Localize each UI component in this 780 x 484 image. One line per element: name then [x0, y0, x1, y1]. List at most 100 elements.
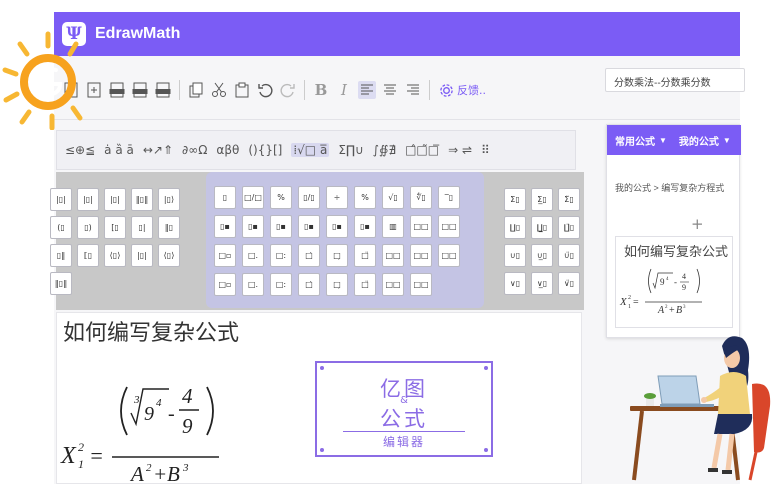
export-svg-icon[interactable]: [131, 81, 149, 99]
undo-icon[interactable]: [256, 81, 274, 99]
template-cell-fraction-28[interactable]: □.: [242, 273, 264, 296]
template-cell-right-3[interactable]: ∐▯: [504, 216, 526, 239]
template-cell-left-0[interactable]: |▯|: [50, 188, 72, 211]
template-cell-fraction-30[interactable]: □̇: [298, 273, 320, 296]
template-cell-fraction-17[interactable]: □□: [438, 215, 460, 238]
template-cell-fraction-4[interactable]: ÷: [326, 186, 348, 209]
template-cell-right-0[interactable]: Σ▯: [504, 188, 526, 211]
template-cell-fraction-26[interactable]: □□: [438, 244, 460, 267]
template-cell-fraction-21[interactable]: □̇: [298, 244, 320, 267]
symbol-group-1[interactable]: ȧ ȁ ā: [104, 143, 134, 157]
template-cell-fraction-2[interactable]: %: [270, 186, 292, 209]
template-cell-fraction-10[interactable]: ▯▪: [242, 215, 264, 238]
formula-thumbnail[interactable]: 如何编写复杂公式 X 2 1 = 9 4 - 4 9 A 2 + B 3: [615, 236, 733, 328]
template-cell-right-10[interactable]: ∨̲▯: [531, 272, 553, 295]
symbol-group-2[interactable]: ↔↗⇑: [143, 143, 173, 157]
template-cell-left-10[interactable]: ▯‖: [50, 244, 72, 267]
template-cell-fraction-12[interactable]: ▯▪: [298, 215, 320, 238]
template-cell-fraction-16[interactable]: □□: [410, 215, 432, 238]
template-cell-fraction-29[interactable]: □:: [270, 273, 292, 296]
symbol-group-9[interactable]: □̂□̃□̅: [405, 143, 439, 157]
template-cell-left-13[interactable]: |▯|: [131, 244, 153, 267]
template-cell-right-4[interactable]: ∐̲▯: [531, 216, 553, 239]
template-cell-left-6[interactable]: ▯): [77, 216, 99, 239]
template-cell-right-11[interactable]: ∨̈▯: [558, 272, 580, 295]
copy-icon[interactable]: [187, 81, 205, 99]
symbol-group-10[interactable]: ⇒ ⇌: [448, 143, 472, 157]
symbol-group-6[interactable]: ⁞√□ a̅: [291, 143, 330, 157]
template-cell-fraction-33[interactable]: □□: [382, 273, 404, 296]
template-cell-left-15[interactable]: ‖▯‖: [50, 272, 72, 295]
symbol-group-8[interactable]: ∫∯∄: [373, 143, 396, 157]
symbol-group-5[interactable]: (){}[]: [248, 143, 282, 157]
template-cell-fraction-31[interactable]: □̣: [326, 273, 348, 296]
template-cell-left-14[interactable]: ⟨▯⟩: [158, 244, 180, 267]
template-cell-left-12[interactable]: ⟨▯⟩: [104, 244, 126, 267]
formula-den-a-sup: 2: [146, 462, 152, 474]
breadcrumb[interactable]: 我的公式 > 编写复杂方程式: [615, 181, 724, 194]
feedback-button[interactable]: 反馈..: [439, 82, 486, 98]
export-pdf-icon[interactable]: [154, 81, 172, 99]
template-cell-left-2[interactable]: |▯|: [104, 188, 126, 211]
symbol-group-0[interactable]: ≤⊕≦: [65, 143, 95, 157]
template-cell-left-8[interactable]: ▯|: [131, 216, 153, 239]
template-cell-fraction-0[interactable]: ▯: [214, 186, 236, 209]
template-cell-fraction-22[interactable]: □̣: [326, 244, 348, 267]
editor-canvas[interactable]: 如何编写复杂公式 X 2 1 = 3 9 4 - 4 9 A 2 + B 3 亿…: [56, 312, 582, 484]
cut-icon[interactable]: [210, 81, 228, 99]
template-cell-fraction-14[interactable]: ▯▪: [354, 215, 376, 238]
template-cell-fraction-27[interactable]: □▫: [214, 273, 236, 296]
template-cell-fraction-1[interactable]: □/□: [242, 186, 264, 209]
template-cell-left-7[interactable]: [▯: [104, 216, 126, 239]
template-cell-left-4[interactable]: |▯⟩: [158, 188, 180, 211]
tab-common-formulas[interactable]: 常用公式: [615, 133, 655, 148]
template-cell-right-6[interactable]: ∪▯: [504, 244, 526, 267]
align-left-icon[interactable]: [358, 81, 376, 99]
template-cell-fraction-15[interactable]: ▥: [382, 215, 404, 238]
align-center-icon[interactable]: [381, 81, 399, 99]
document-title[interactable]: 如何编写复杂公式: [63, 315, 239, 347]
template-cell-right-8[interactable]: ∪̈▯: [558, 244, 580, 267]
template-cell-fraction-19[interactable]: □.: [242, 244, 264, 267]
template-cell-fraction-9[interactable]: ▯▪: [214, 215, 236, 238]
template-grid-right: Σ▯ Σ̲▯ Σ̈▯ ∐▯ ∐̲▯ ∐̈▯ ∪▯ ∪̲▯ ∪̈▯ ∨▯ ∨̲▯ ∨̈▯: [504, 188, 580, 295]
formula-search-input[interactable]: 分数乘法--分数乘分数: [605, 68, 745, 92]
template-cell-fraction-6[interactable]: √▯: [382, 186, 404, 209]
template-cell-left-1[interactable]: |▯|: [77, 188, 99, 211]
template-cell-fraction-13[interactable]: ▯▪: [326, 215, 348, 238]
symbol-group-3[interactable]: ∂∞Ω: [182, 143, 207, 157]
template-cell-right-2[interactable]: Σ̈▯: [558, 188, 580, 211]
paste-icon[interactable]: [233, 81, 251, 99]
symbol-group-11[interactable]: ⠿: [481, 143, 490, 157]
template-cell-left-5[interactable]: (▯: [50, 216, 72, 239]
template-cell-fraction-23[interactable]: □̈: [354, 244, 376, 267]
template-cell-left-9[interactable]: ‖▯: [158, 216, 180, 239]
template-cell-fraction-20[interactable]: □:: [270, 244, 292, 267]
template-cell-fraction-34[interactable]: □□: [410, 273, 432, 296]
export-png-icon[interactable]: [108, 81, 126, 99]
template-cell-fraction-32[interactable]: □̈: [354, 273, 376, 296]
formula-display[interactable]: X 2 1 = 3 9 4 - 4 9 A 2 + B 3: [57, 365, 257, 484]
template-cell-fraction-7[interactable]: ∜▯: [410, 186, 432, 209]
bold-icon[interactable]: B: [312, 81, 330, 99]
template-cell-left-3[interactable]: ‖▯‖: [131, 188, 153, 211]
template-cell-right-1[interactable]: Σ̲▯: [531, 188, 553, 211]
template-cell-fraction-18[interactable]: □▫: [214, 244, 236, 267]
tab-my-formulas[interactable]: 我的公式: [679, 133, 719, 148]
symbol-group-4[interactable]: αβθ: [216, 143, 239, 157]
template-cell-right-9[interactable]: ∨▯: [504, 272, 526, 295]
formula-radicand: 9: [144, 403, 154, 425]
template-cell-fraction-8[interactable]: ‾▯: [438, 186, 460, 209]
template-cell-fraction-24[interactable]: □□: [382, 244, 404, 267]
symbol-group-7[interactable]: Σ∏∪: [338, 143, 363, 157]
template-cell-fraction-3[interactable]: ▯/▯: [298, 186, 320, 209]
template-cell-fraction-25[interactable]: □□: [410, 244, 432, 267]
template-cell-right-5[interactable]: ∐̈▯: [558, 216, 580, 239]
redo-icon[interactable]: [279, 81, 297, 99]
align-right-icon[interactable]: [404, 81, 422, 99]
template-cell-fraction-5[interactable]: %: [354, 186, 376, 209]
template-cell-fraction-11[interactable]: ▯▪: [270, 215, 292, 238]
template-cell-left-11[interactable]: ⟦▯: [77, 244, 99, 267]
italic-icon[interactable]: I: [335, 81, 353, 99]
template-cell-right-7[interactable]: ∪̲▯: [531, 244, 553, 267]
